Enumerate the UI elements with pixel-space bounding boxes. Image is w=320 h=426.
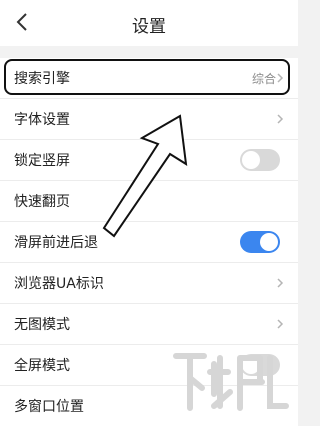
lock-portrait-toggle[interactable]: [240, 149, 280, 171]
download-site-logo: [173, 353, 289, 411]
toggle-knob: [242, 151, 260, 169]
chevron-right-icon: [274, 277, 286, 289]
row-label: 无图模式: [14, 317, 70, 333]
swipe-nav-toggle[interactable]: [240, 231, 280, 253]
row-label: 全屏模式: [14, 358, 70, 374]
toggle-knob: [260, 233, 278, 251]
chevron-right-icon: [274, 113, 286, 125]
top-bar: 设置: [0, 0, 298, 46]
highlight-box-annotation: [4, 59, 290, 95]
settings-row-no-image[interactable]: 无图模式: [0, 304, 298, 345]
settings-row-ua[interactable]: 浏览器UA标识: [0, 263, 298, 304]
page-title: 设置: [132, 17, 166, 37]
pointer-arrow-annotation: [102, 114, 188, 238]
row-label: 快速翻页: [14, 194, 70, 210]
row-label: 锁定竖屏: [14, 153, 70, 169]
row-label: 字体设置: [14, 112, 70, 128]
row-label: 滑屏前进后退: [14, 235, 98, 251]
row-label: 浏览器UA标识: [14, 276, 104, 292]
chevron-right-icon: [274, 318, 286, 330]
row-label: 多窗口位置: [14, 399, 84, 415]
